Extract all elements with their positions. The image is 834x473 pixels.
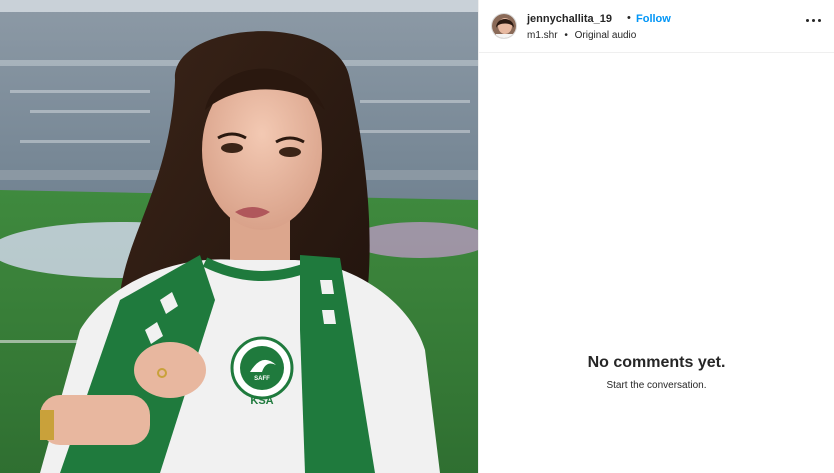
jersey-text: KSA bbox=[250, 395, 274, 407]
post-modal: KSA SAFF jennychallita_19 • Follow m1.sh… bbox=[0, 0, 834, 473]
header-separator: • bbox=[627, 12, 631, 24]
author-username[interactable]: jennychallita_19 bbox=[527, 13, 612, 25]
more-dot bbox=[806, 19, 809, 22]
profile-avatar[interactable] bbox=[491, 13, 517, 39]
post-header: jennychallita_19 • Follow m1.shr • Origi… bbox=[479, 0, 834, 53]
comments-panel: jennychallita_19 • Follow m1.shr • Origi… bbox=[478, 0, 834, 473]
follow-button[interactable]: Follow bbox=[636, 13, 671, 25]
post-media[interactable]: KSA SAFF bbox=[0, 0, 478, 473]
no-comments-title: No comments yet. bbox=[587, 354, 726, 371]
audio-creator[interactable]: m1.shr bbox=[527, 30, 558, 41]
audio-track[interactable]: Original audio bbox=[575, 30, 637, 41]
more-dot bbox=[818, 19, 821, 22]
avatar-image bbox=[492, 14, 516, 38]
crest-text: SAFF bbox=[254, 376, 270, 382]
more-dot bbox=[812, 19, 815, 22]
more-options-icon[interactable] bbox=[804, 14, 824, 28]
audio-line: m1.shr • Original audio bbox=[527, 30, 636, 41]
no-comments-subtitle: Start the conversation. bbox=[606, 380, 707, 391]
audio-separator: • bbox=[564, 30, 568, 41]
